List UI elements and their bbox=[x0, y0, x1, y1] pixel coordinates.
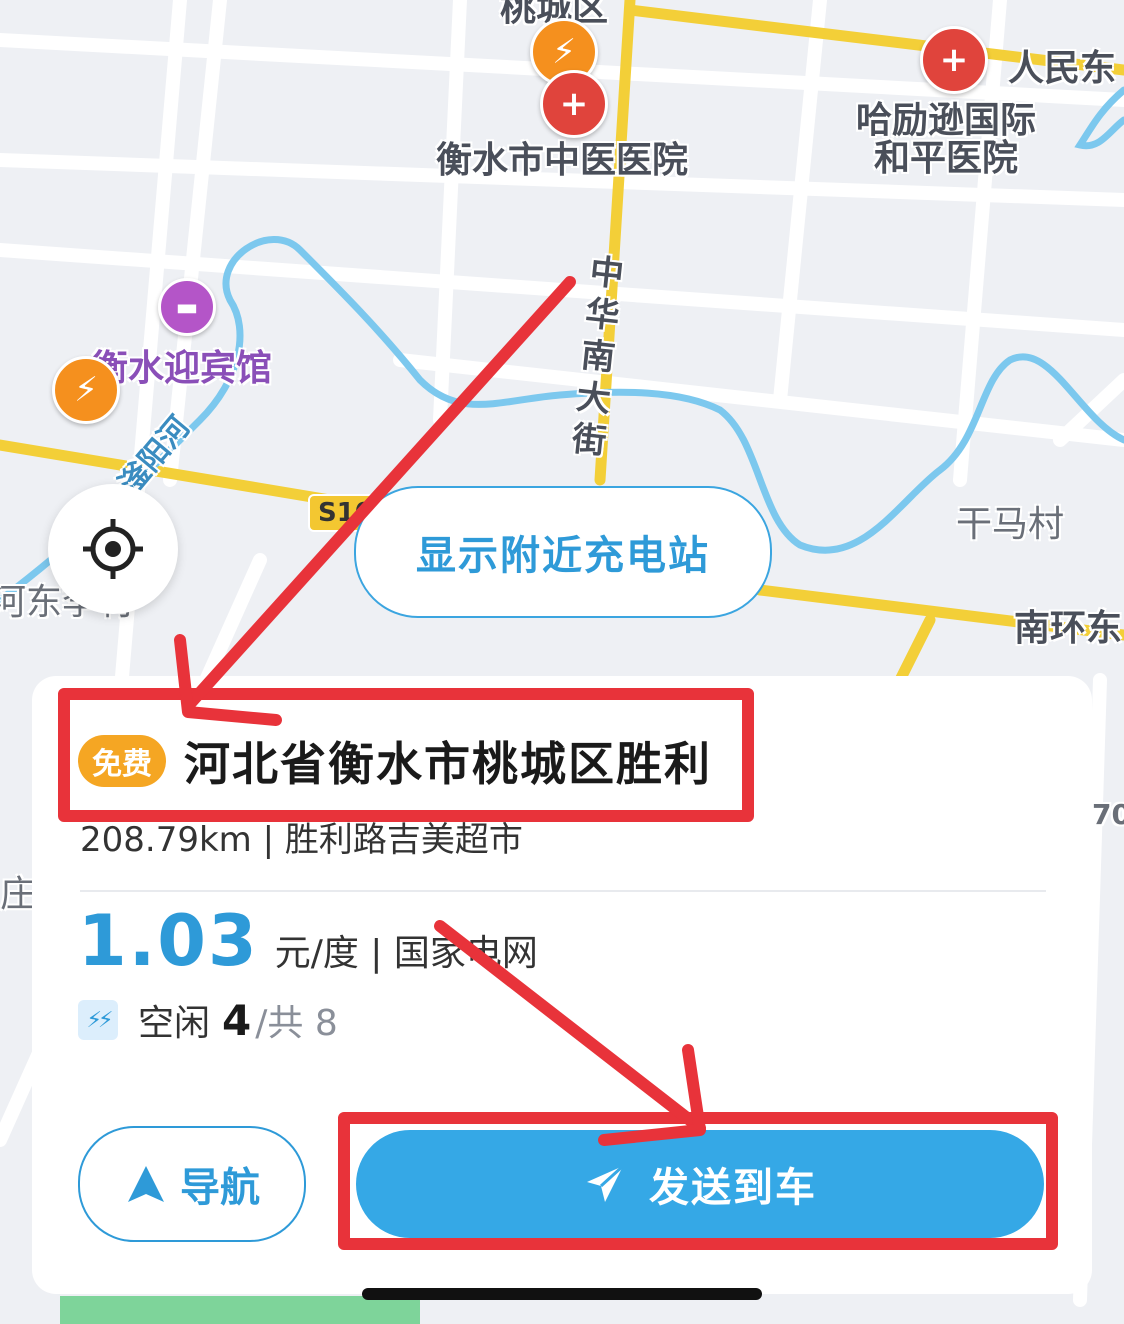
road-label-renmin: 人民东 bbox=[1008, 48, 1117, 89]
road-number-label: 701 bbox=[1092, 798, 1124, 831]
hotel-pin[interactable]: ▬ bbox=[158, 278, 216, 336]
locate-crosshair-icon bbox=[83, 519, 143, 579]
station-distance-address: 208.79km | 胜利路吉美超市 bbox=[80, 820, 523, 860]
village-label-zhuang: 庄 bbox=[0, 874, 37, 915]
send-plane-icon bbox=[587, 1164, 625, 1202]
station-title-row: 免费 河北省衡水市桃城区胜利 bbox=[78, 728, 712, 794]
road-label-nanhuan: 南环东 bbox=[1014, 608, 1123, 649]
station-card: 免费 河北省衡水市桃城区胜利 208.79km | 胜利路吉美超市 1.03 元… bbox=[32, 676, 1092, 1294]
availability-total: /共 8 bbox=[255, 1003, 338, 1044]
hospital-pin[interactable]: + bbox=[920, 26, 988, 94]
price-row: 1.03 元/度 | 国家电网 bbox=[78, 900, 538, 982]
fast-charge-icon: ⚡⚡ bbox=[78, 1000, 118, 1040]
navigate-label: 导航 bbox=[180, 1165, 260, 1211]
station-title: 河北省衡水市桃城区胜利 bbox=[184, 737, 712, 791]
navigation-arrow-icon bbox=[128, 1166, 164, 1202]
price-unit-operator: 元/度 | 国家电网 bbox=[274, 933, 538, 974]
show-nearby-stations-button[interactable]: 显示附近充电站 bbox=[354, 486, 772, 618]
availability-label: 空闲 bbox=[138, 1003, 211, 1044]
poi-label-harrison-hospital[interactable]: 哈励逊国际 和平医院 bbox=[856, 102, 1036, 178]
availability-free-count: 4 bbox=[222, 995, 252, 1045]
price-value: 1.03 bbox=[78, 900, 259, 982]
home-indicator bbox=[362, 1288, 762, 1300]
hospital-pin[interactable]: + bbox=[540, 70, 608, 138]
locate-button[interactable] bbox=[48, 484, 178, 614]
charging-station-pin[interactable]: ⚡ bbox=[52, 356, 120, 424]
send-to-car-label: 发送到车 bbox=[649, 1165, 817, 1211]
poi-label-tcm-hospital[interactable]: 衡水市中医医院 bbox=[436, 142, 688, 180]
free-badge: 免费 bbox=[78, 735, 166, 787]
village-label-ganma: 干马村 bbox=[956, 504, 1065, 545]
send-to-car-button[interactable]: 发送到车 bbox=[356, 1130, 1044, 1238]
navigate-button[interactable]: 导航 bbox=[78, 1126, 306, 1242]
divider bbox=[80, 890, 1046, 892]
availability-row: ⚡⚡ 空闲 4 /共 8 bbox=[78, 994, 338, 1046]
